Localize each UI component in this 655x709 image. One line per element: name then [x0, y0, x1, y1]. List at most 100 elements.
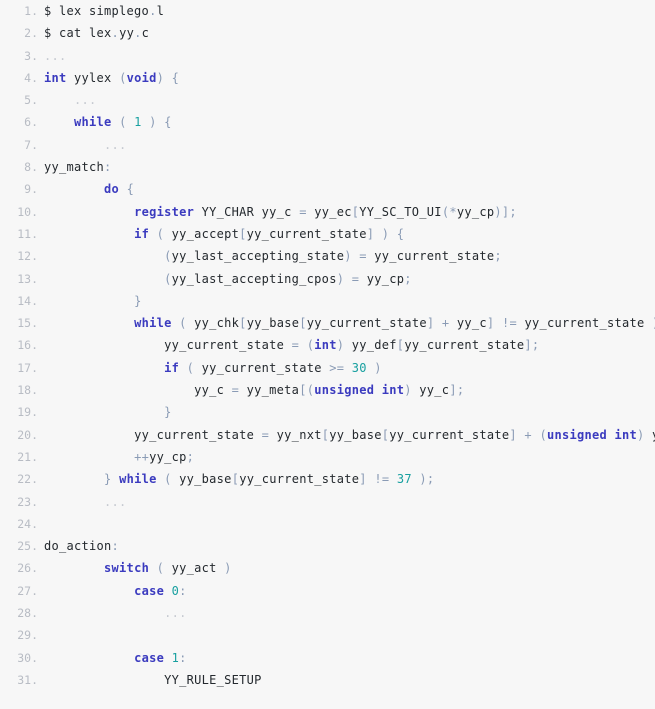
- code-token: YY_RULE_SETUP: [164, 672, 262, 687]
- code-line: 10 register YY_CHAR yy_c = yy_ec[YY_SC_T…: [0, 201, 655, 223]
- code-token: [(: [299, 383, 315, 398]
- code-line: 24: [0, 513, 655, 535]
- line-number: 5: [8, 89, 38, 111]
- line-number: 31: [8, 669, 38, 691]
- code-token: .: [134, 26, 142, 41]
- code-token: yy_act: [164, 561, 225, 576]
- code-token: [: [239, 316, 247, 331]
- code-token: :: [111, 539, 120, 554]
- code-token: void: [126, 70, 157, 85]
- code-token: ]: [359, 472, 367, 487]
- line-number: 1: [8, 0, 38, 22]
- line-content: register YY_CHAR yy_c = yy_ec[YY_SC_TO_U…: [44, 201, 517, 223]
- code-token: yy_cp: [149, 449, 187, 464]
- code-token: unsigned int: [546, 427, 638, 442]
- line-number: 18: [8, 379, 38, 401]
- line-number: 29: [8, 624, 38, 646]
- code-token: (: [164, 271, 172, 286]
- code-token: )];: [494, 204, 517, 219]
- code-listing[interactable]: 1$ lex simplego.l2$ cat lex.yy.c3...4int…: [0, 0, 655, 709]
- code-token: (: [186, 360, 195, 375]
- line-content: ...: [44, 89, 97, 111]
- code-token: ...: [164, 606, 187, 621]
- code-lines-container: 1$ lex simplego.l2$ cat lex.yy.c3...4int…: [0, 0, 655, 691]
- line-number: 17: [8, 357, 38, 379]
- code-line: 16 yy_current_state = (int) yy_def[yy_cu…: [0, 334, 655, 356]
- code-token: ...: [44, 48, 67, 63]
- code-token: do: [104, 182, 120, 197]
- code-token: .: [111, 26, 120, 41]
- code-line: 18 yy_c = yy_meta[(unsigned int) yy_c];: [0, 379, 655, 401]
- code-line: 14 }: [0, 290, 655, 312]
- code-line: 4 int yylex (void) {: [0, 67, 655, 89]
- code-token: ): [404, 383, 412, 398]
- code-token: yy_ec: [306, 204, 352, 219]
- code-line: 17 if ( yy_current_state >= 30 ): [0, 357, 655, 379]
- code-token: .: [149, 4, 157, 18]
- line-content: (yy_last_accepting_cpos) = yy_cp;: [44, 268, 412, 290]
- code-token: ...: [74, 93, 97, 108]
- code-line: 20 yy_current_state = yy_nxt[yy_base[yy_…: [0, 424, 655, 446]
- code-token: ];: [524, 338, 540, 353]
- code-line: 23 ...: [0, 491, 655, 513]
- code-token: ...: [104, 137, 127, 152]
- code-line: 8 yy_match:: [0, 156, 655, 178]
- code-token: yy_last_accepting_state: [171, 249, 345, 264]
- line-content: ...: [44, 45, 67, 67]
- line-content: yy_current_state = yy_nxt[yy_base[yy_cur…: [44, 424, 655, 446]
- code-token: register: [134, 204, 195, 219]
- code-token: yy_c: [411, 383, 450, 398]
- code-token: int: [44, 70, 67, 85]
- line-content: while ( 1 ) {: [44, 111, 172, 133]
- code-token: ): [344, 249, 352, 264]
- code-line: 1 $ lex simplego.l: [0, 0, 655, 22]
- code-line: 12 (yy_last_accepting_state) = yy_curren…: [0, 245, 655, 267]
- line-number: 9: [8, 178, 38, 200]
- code-line: 27 case 0:: [0, 580, 655, 602]
- line-number: 22: [8, 468, 38, 490]
- code-token: :: [179, 583, 187, 598]
- code-token: +: [524, 427, 532, 442]
- code-token: $ lex simplego: [44, 4, 150, 18]
- code-token: 1: [134, 115, 142, 130]
- line-number: 16: [8, 334, 38, 356]
- code-token: >=: [329, 360, 345, 375]
- code-token: yy_base: [246, 316, 300, 331]
- line-content: ...: [44, 134, 127, 156]
- code-token: ): [224, 561, 232, 576]
- code-token: [: [299, 316, 307, 331]
- code-token: ;: [404, 271, 412, 286]
- line-number: 3: [8, 45, 38, 67]
- code-token: yy_cp: [359, 271, 405, 286]
- line-content: $ cat lex.yy.c: [44, 22, 149, 44]
- code-token: 37: [396, 472, 412, 487]
- code-token: yy_current_state: [134, 427, 262, 442]
- code-token: :: [179, 650, 187, 665]
- code-token: 1: [171, 650, 180, 665]
- line-content: ...: [44, 602, 187, 624]
- code-line: 13 (yy_last_accepting_cpos) = yy_cp;: [0, 268, 655, 290]
- line-content: ++yy_cp;: [44, 446, 194, 468]
- code-token: if: [134, 226, 150, 241]
